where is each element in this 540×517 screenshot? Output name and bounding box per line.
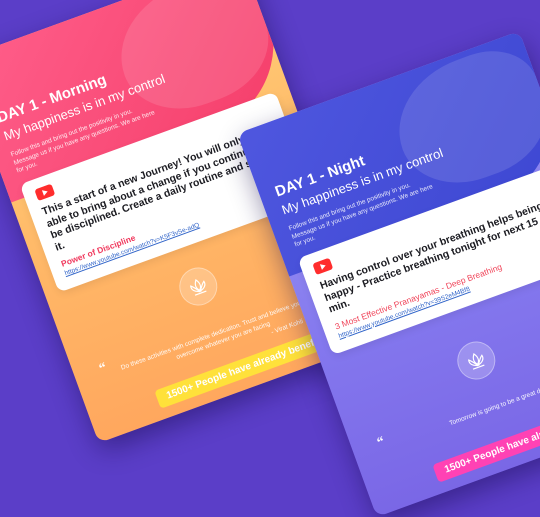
youtube-icon	[34, 183, 56, 202]
lotus-badge	[451, 336, 501, 385]
youtube-icon	[312, 257, 334, 276]
lotus-icon	[468, 353, 485, 370]
lotus-icon	[190, 279, 207, 296]
header-decoration	[380, 36, 540, 201]
lotus-badge	[173, 262, 223, 311]
